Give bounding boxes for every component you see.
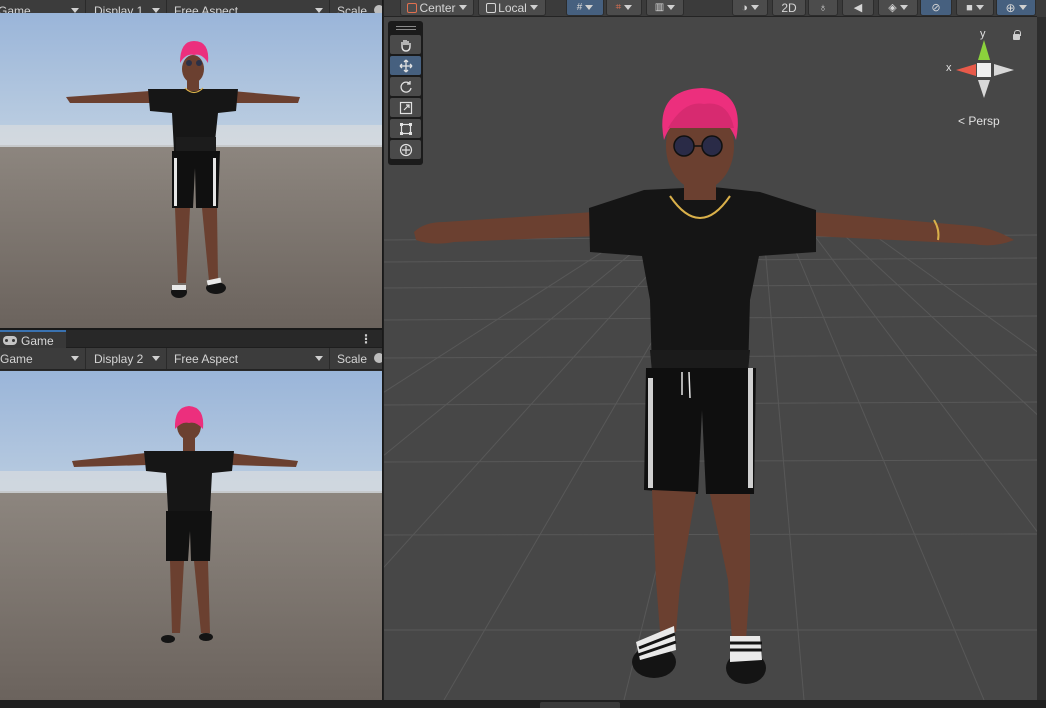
avatar-scene-front xyxy=(414,88,1014,684)
chevron-down-icon xyxy=(315,356,323,361)
scene-view-panel: Center Local # ⌗ ▥ ◑ 2D ♁ ◀ ◈ ⊘ ■ ⊕ y x … xyxy=(383,0,1037,700)
local-space-icon xyxy=(486,2,497,13)
camera-settings-dropdown[interactable]: ■ xyxy=(956,0,994,16)
gizmo-globe-icon: ⊕ xyxy=(1005,0,1016,15)
tab-game[interactable]: Game xyxy=(0,330,66,349)
game-view-panel-display-2: Game ⋮ Game Display 2 Free Aspect Scale xyxy=(0,330,382,700)
shading-mode-icon: ◑ xyxy=(741,1,748,14)
chevron-down-icon xyxy=(458,5,467,10)
game-view-toolbar: Game Display 2 Free Aspect Scale xyxy=(0,348,382,370)
rotate-icon xyxy=(399,80,412,93)
game-view-panel-display-1: Game Display 1 Free Aspect Scale xyxy=(0,0,382,328)
game-render-view[interactable] xyxy=(0,371,382,700)
grid-snap-icon: # xyxy=(576,2,583,13)
audio-mute-icon: ◀ xyxy=(853,2,863,14)
game-view-label: Game xyxy=(0,351,33,366)
avatar-back-render xyxy=(0,406,382,700)
rect-transform-icon xyxy=(399,122,412,135)
transform-tool-button[interactable] xyxy=(390,140,421,159)
tools-drag-handle[interactable] xyxy=(390,23,421,33)
rect-tool-button[interactable] xyxy=(390,119,421,138)
pivot-space-label: Local xyxy=(498,0,527,15)
chevron-down-icon xyxy=(71,356,79,361)
hand-tool-button[interactable] xyxy=(390,35,421,54)
transform-icon xyxy=(399,143,412,156)
more-options-icon[interactable]: ⋮ xyxy=(360,332,372,346)
scene-visibility-toggle[interactable]: ⊘ xyxy=(920,0,952,16)
chevron-down-icon xyxy=(667,5,676,10)
chevron-down-icon xyxy=(529,5,538,10)
right-panel-edge xyxy=(1037,0,1046,700)
camera-icon: ■ xyxy=(966,1,973,14)
gizmos-dropdown[interactable]: ⊕ xyxy=(996,0,1036,16)
tab-game-label: Game xyxy=(21,333,54,348)
eye-hidden-icon: ⊘ xyxy=(931,2,941,14)
aspect-label: Free Aspect xyxy=(174,351,239,366)
display-label: Display 2 xyxy=(94,351,144,366)
layers-icon: ◈ xyxy=(888,2,897,14)
scale-label: Scale xyxy=(337,351,368,366)
projection-toggle[interactable]: < Persp xyxy=(958,114,1000,128)
scene-toolbar: Center Local # ⌗ ▥ ◑ 2D ♁ ◀ ◈ ⊘ ■ ⊕ xyxy=(384,0,1037,17)
chevron-down-icon xyxy=(585,5,594,10)
chevron-down-icon xyxy=(1018,5,1027,10)
scale-tool-button[interactable] xyxy=(390,98,421,117)
aspect-dropdown[interactable]: Free Aspect xyxy=(168,348,330,369)
grid-icon: ▥ xyxy=(654,2,665,13)
2d-mode-label: 2D xyxy=(781,0,797,15)
lighting-toggle[interactable]: ♁ xyxy=(808,0,838,16)
chevron-down-icon xyxy=(975,5,984,10)
game-render-view[interactable] xyxy=(0,13,382,328)
increment-snap-icon: ⌗ xyxy=(615,2,622,13)
audio-toggle[interactable]: ◀ xyxy=(842,0,874,16)
effects-dropdown[interactable]: ◈ xyxy=(878,0,918,16)
lightbulb-icon: ♁ xyxy=(818,1,828,14)
display-dropdown[interactable]: Display 2 xyxy=(87,348,167,369)
increment-snap-button[interactable]: ⌗ xyxy=(606,0,642,16)
scale-slider[interactable]: Scale xyxy=(331,348,382,369)
draw-mode-dropdown[interactable]: ◑ xyxy=(732,0,768,16)
game-tab-bar: Game ⋮ xyxy=(0,330,382,349)
bottom-panel-edge xyxy=(0,700,1046,708)
scale-icon xyxy=(399,101,412,114)
chevron-down-icon xyxy=(750,5,759,10)
grid-visibility-button[interactable]: ▥ xyxy=(646,0,684,16)
chevron-down-icon xyxy=(624,5,633,10)
chevron-down-icon xyxy=(899,5,908,10)
pivot-space-dropdown[interactable]: Local xyxy=(478,0,546,16)
grid-snapping-button[interactable]: # xyxy=(566,0,604,16)
pivot-mode-label: Center xyxy=(419,0,456,15)
gamepad-icon xyxy=(3,336,17,345)
rotate-tool-button[interactable] xyxy=(390,77,421,96)
chevron-down-icon xyxy=(152,356,160,361)
bottom-tab-stub[interactable] xyxy=(540,702,620,708)
hand-icon xyxy=(400,39,411,52)
gizmo-x-label: x xyxy=(946,62,952,74)
2d-mode-toggle[interactable]: 2D xyxy=(772,0,806,16)
scene-tools-overlay xyxy=(388,21,423,165)
avatar-front-render xyxy=(0,41,382,328)
gizmo-y-label: y xyxy=(980,28,986,40)
pivot-icon xyxy=(407,2,418,13)
pivot-mode-dropdown[interactable]: Center xyxy=(400,0,474,16)
move-tool-button[interactable] xyxy=(390,56,421,75)
game-view-dropdown[interactable]: Game xyxy=(0,348,86,369)
scale-slider-handle[interactable] xyxy=(374,353,382,363)
move-arrows-icon xyxy=(399,59,412,72)
scene-grid xyxy=(384,88,1037,700)
